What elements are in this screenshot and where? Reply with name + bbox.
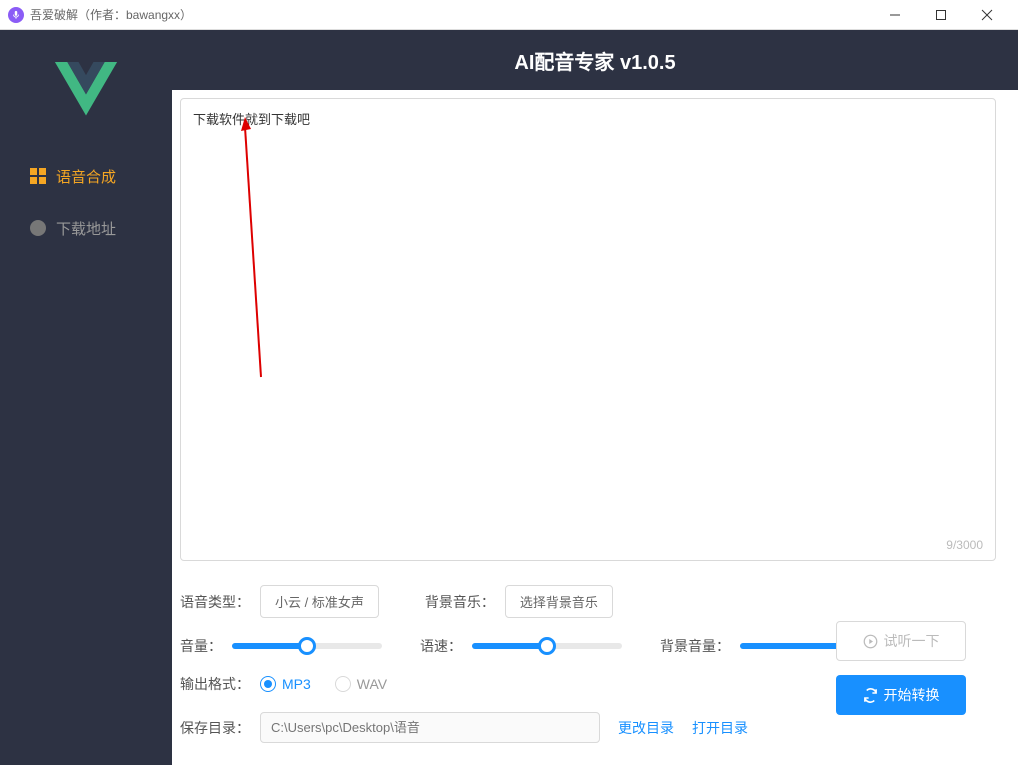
radio-mp3[interactable]: MP3 xyxy=(260,676,311,692)
refresh-icon xyxy=(863,688,878,703)
save-dir-input[interactable] xyxy=(260,712,600,743)
app-icon xyxy=(8,7,24,23)
sidebar-item-download[interactable]: 下载地址 xyxy=(0,202,172,254)
sidebar: 语音合成 下载地址 xyxy=(0,30,172,765)
change-dir-link[interactable]: 更改目录 xyxy=(618,718,674,738)
page-title: AI配音专家 v1.0.5 xyxy=(172,30,1018,90)
text-input[interactable] xyxy=(193,109,983,550)
bg-volume-label: 背景音量： xyxy=(660,636,730,656)
info-icon xyxy=(30,220,46,236)
voice-type-label: 语音类型： xyxy=(180,592,250,612)
open-dir-link[interactable]: 打开目录 xyxy=(692,718,748,738)
volume-slider[interactable] xyxy=(232,643,382,649)
sidebar-item-label: 语音合成 xyxy=(56,166,116,187)
sidebar-item-tts[interactable]: 语音合成 xyxy=(0,150,172,202)
convert-button[interactable]: 开始转换 xyxy=(836,675,966,715)
save-dir-label: 保存目录： xyxy=(180,718,250,738)
window-titlebar: 吾爱破解（作者：bawangxx） xyxy=(0,0,1018,30)
output-format-label: 输出格式： xyxy=(180,674,250,694)
sidebar-item-label: 下载地址 xyxy=(56,218,116,239)
bg-music-label: 背景音乐： xyxy=(425,592,495,612)
char-counter: 9/3000 xyxy=(946,538,983,552)
minimize-button[interactable] xyxy=(872,0,918,30)
window-title: 吾爱破解（作者：bawangxx） xyxy=(30,6,872,23)
grid-icon xyxy=(30,168,46,184)
voice-type-select[interactable]: 小云 / 标准女声 xyxy=(260,585,379,618)
radio-label: WAV xyxy=(357,676,387,692)
volume-label: 音量： xyxy=(180,636,222,656)
bg-music-select[interactable]: 选择背景音乐 xyxy=(505,585,613,618)
maximize-button[interactable] xyxy=(918,0,964,30)
speed-label: 语速： xyxy=(420,636,462,656)
radio-wav[interactable]: WAV xyxy=(335,676,387,692)
preview-button[interactable]: 试听一下 xyxy=(836,621,966,661)
text-input-area[interactable]: 9/3000 xyxy=(180,98,996,561)
speed-slider[interactable] xyxy=(472,643,622,649)
radio-label: MP3 xyxy=(282,676,311,692)
play-icon xyxy=(863,634,878,649)
logo xyxy=(0,42,172,150)
close-button[interactable] xyxy=(964,0,1010,30)
